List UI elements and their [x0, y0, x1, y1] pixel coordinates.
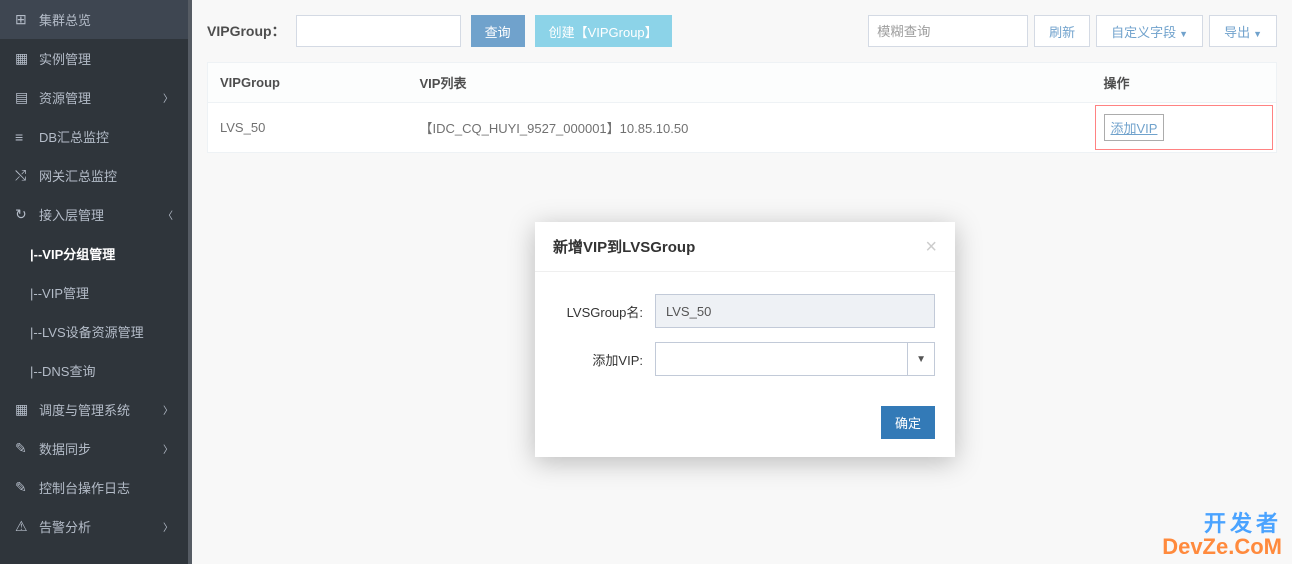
sidebar-item-label: DB汇总监控 [39, 127, 109, 146]
loop-icon: ↻ [15, 206, 31, 223]
sidebar-item-label: 告警分析 [39, 517, 91, 536]
lvsgroup-name-label: LVSGroup名: [555, 302, 655, 321]
watermark-line1: 开发者 [1162, 512, 1282, 535]
modal-title: 新增VIP到LVSGroup [553, 236, 695, 257]
sidebar-item-console-log[interactable]: ✎ 控制台操作日志 [0, 468, 188, 507]
chevron-right-icon: 〉 [163, 402, 173, 417]
sidebar-item-schedule-system[interactable]: ▦ 调度与管理系统 〉 [0, 390, 188, 429]
close-icon[interactable]: × [925, 237, 937, 257]
wrench-icon: ✎ [15, 440, 31, 457]
warning-icon: ⚠ [15, 518, 31, 535]
sidebar-subitem-vip-group[interactable]: |--VIP分组管理 [0, 234, 188, 273]
chevron-right-icon: 〉 [163, 90, 173, 105]
modal-header: 新增VIP到LVSGroup × [535, 222, 955, 272]
sidebar-subitem-dns-query[interactable]: |--DNS查询 [0, 351, 188, 390]
sidebar-item-label: 调度与管理系统 [39, 400, 130, 419]
sidebar-item-resource-manage[interactable]: ▤ 资源管理 〉 [0, 78, 188, 117]
sidebar-subitem-label: |--VIP分组管理 [30, 247, 115, 262]
chevron-up-icon: 〈 [163, 207, 173, 222]
bars-icon: ≡ [15, 129, 31, 145]
wrench-icon: ✎ [15, 479, 31, 496]
add-vip-select[interactable]: ▼ [655, 342, 935, 376]
sidebar: ⊞ 集群总览 ▦ 实例管理 ▤ 资源管理 〉 ≡ DB汇总监控 ⤭ 网关汇总监控… [0, 0, 188, 564]
chevron-right-icon: 〉 [163, 441, 173, 456]
form-row-group: LVSGroup名: [555, 294, 935, 328]
sidebar-item-instance-manage[interactable]: ▦ 实例管理 [0, 39, 188, 78]
sidebar-item-label: 接入层管理 [39, 205, 104, 224]
grid-icon: ▦ [15, 50, 31, 67]
sidebar-subitem-label: |--LVS设备资源管理 [30, 325, 144, 340]
sidebar-item-data-sync[interactable]: ✎ 数据同步 〉 [0, 429, 188, 468]
shuffle-icon: ⤭ [15, 167, 31, 184]
confirm-button[interactable]: 确定 [881, 406, 935, 439]
add-vip-modal: 新增VIP到LVSGroup × LVSGroup名: 添加VIP: ▼ 确定 [535, 222, 955, 457]
modal-footer: 确定 [535, 398, 955, 457]
watermark: 开发者 DevZe.CoM [1162, 512, 1282, 558]
sidebar-item-label: 集群总览 [39, 10, 91, 29]
sidebar-item-db-monitor[interactable]: ≡ DB汇总监控 [0, 117, 188, 156]
sidebar-subitem-label: |--DNS查询 [30, 364, 95, 379]
grid-icon: ▦ [15, 401, 31, 418]
sidebar-item-alarm-analysis[interactable]: ⚠ 告警分析 〉 [0, 507, 188, 546]
sidebar-item-label: 数据同步 [39, 439, 91, 458]
sidebar-subitem-label: |--VIP管理 [30, 286, 89, 301]
sidebar-subitem-vip-manage[interactable]: |--VIP管理 [0, 273, 188, 312]
form-row-vip: 添加VIP: ▼ [555, 342, 935, 376]
add-vip-label: 添加VIP: [555, 350, 655, 369]
sidebar-item-label: 资源管理 [39, 88, 91, 107]
sidebar-item-label: 控制台操作日志 [39, 478, 130, 497]
caret-down-icon: ▼ [907, 343, 926, 375]
chevron-right-icon: 〉 [163, 519, 173, 534]
sidebar-item-label: 网关汇总监控 [39, 166, 117, 185]
sidebar-item-cluster-overview[interactable]: ⊞ 集群总览 [0, 0, 188, 39]
grid-icon: ⊞ [15, 11, 31, 28]
sidebar-item-label: 实例管理 [39, 49, 91, 68]
sidebar-item-gateway-monitor[interactable]: ⤭ 网关汇总监控 [0, 156, 188, 195]
modal-body: LVSGroup名: 添加VIP: ▼ [535, 272, 955, 398]
sidebar-subitem-lvs-device[interactable]: |--LVS设备资源管理 [0, 312, 188, 351]
watermark-line2: DevZe.CoM [1162, 535, 1282, 558]
sidebar-item-access-layer[interactable]: ↻ 接入层管理 〈 [0, 195, 188, 234]
server-icon: ▤ [15, 89, 31, 106]
lvsgroup-name-input[interactable] [655, 294, 935, 328]
